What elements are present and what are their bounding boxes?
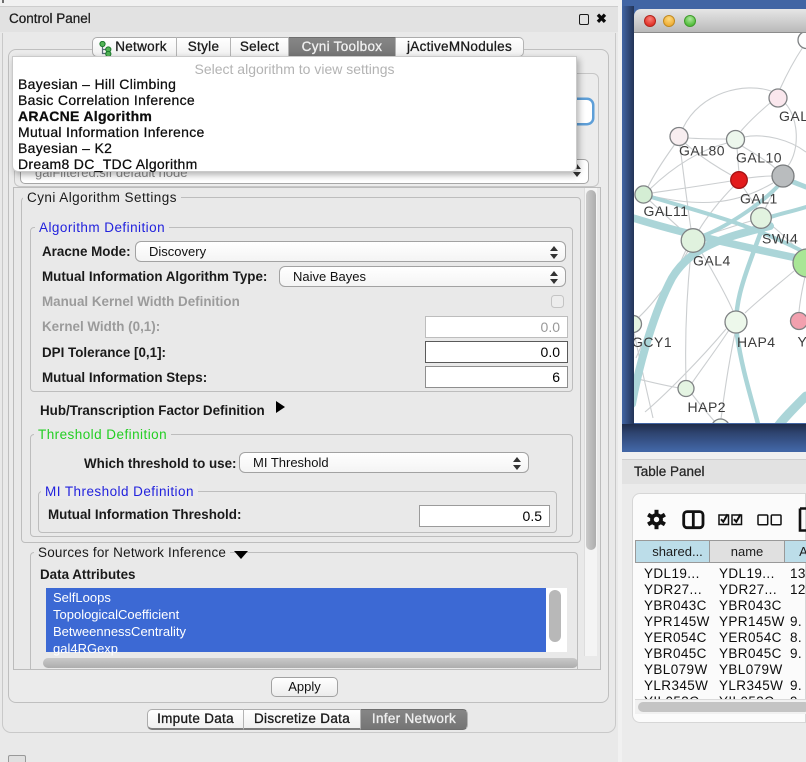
svg-text:HAP2: HAP2 [688,399,727,415]
svg-text:GAL1: GAL1 [740,191,778,207]
svg-text:GAL10: GAL10 [736,150,782,166]
svg-text:GAL4: GAL4 [693,253,731,269]
svg-text:GAL11: GAL11 [644,203,689,219]
svg-text:HAP4: HAP4 [737,334,776,350]
svg-text:Y: Y [798,334,806,350]
svg-text:GAL2: GAL2 [779,108,806,124]
svg-text:SWI4: SWI4 [762,231,798,247]
svg-text:GAL80: GAL80 [679,143,725,159]
svg-text:GCY1: GCY1 [634,334,672,350]
